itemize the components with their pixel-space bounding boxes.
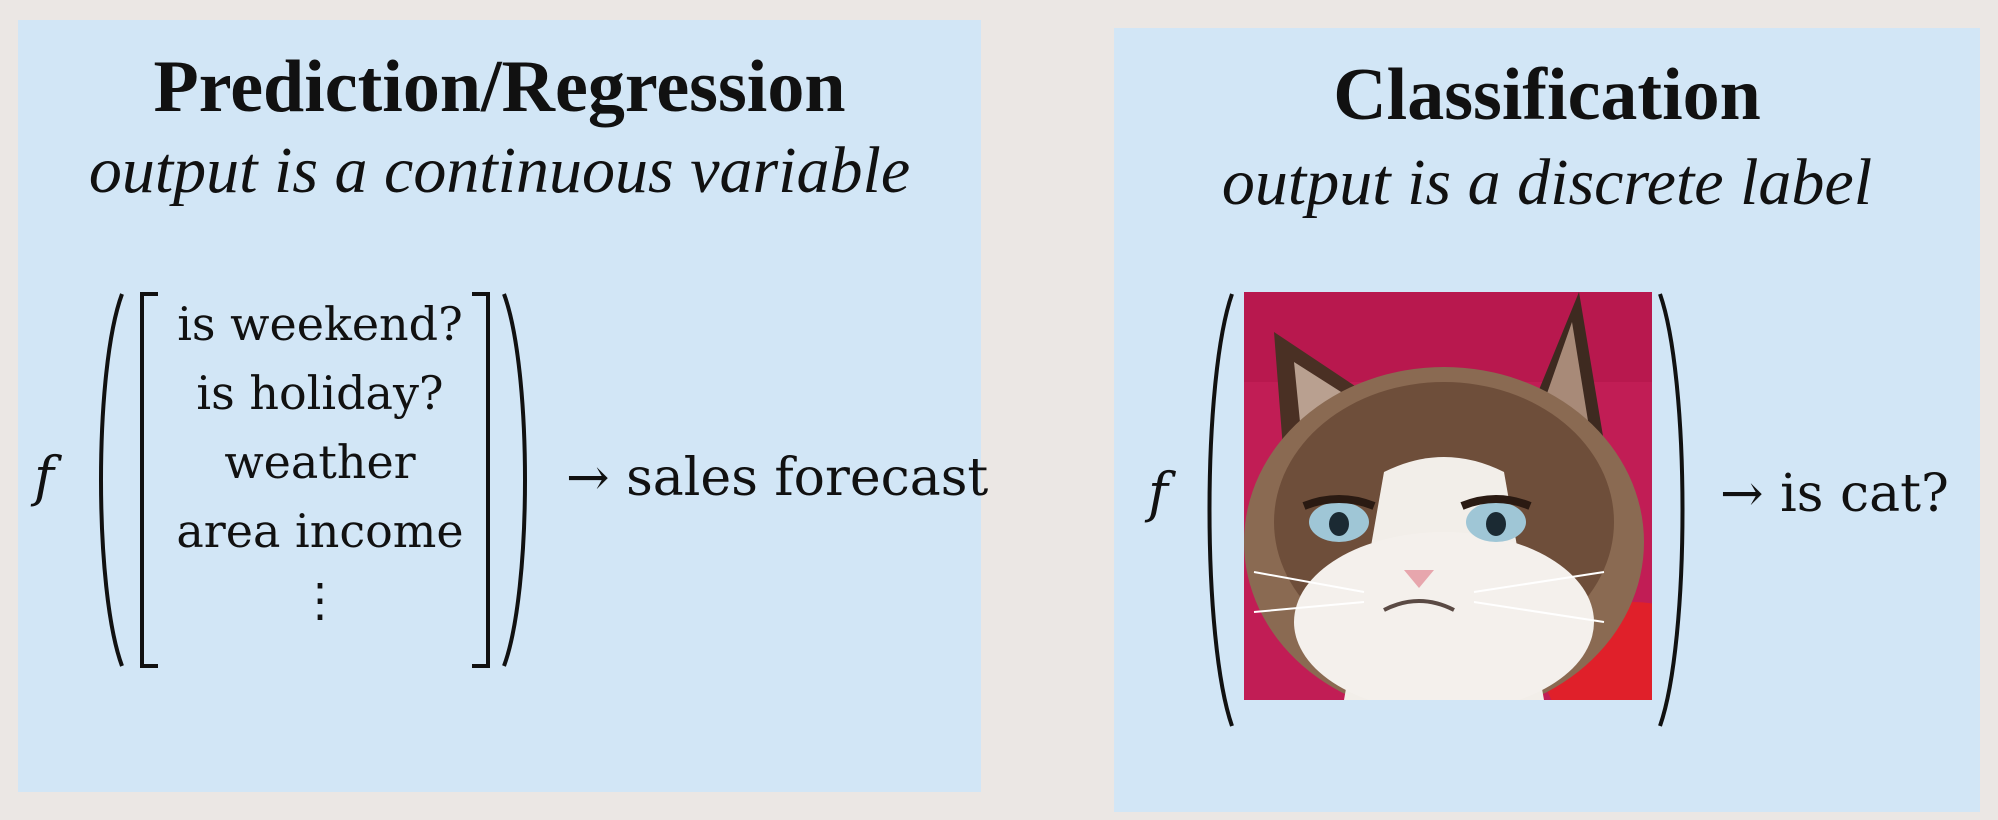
function-symbol: f <box>34 445 54 508</box>
classification-title: Classification <box>1333 54 1761 136</box>
feature-vertical-ellipsis: ⋮ <box>297 573 343 627</box>
regression-title: Prediction/Regression <box>153 46 846 128</box>
left-parenthesis <box>88 290 128 670</box>
regression-output: → sales forecast <box>566 448 989 508</box>
function-symbol: f <box>1148 461 1168 524</box>
grumpy-cat-image <box>1244 292 1652 700</box>
left-parenthesis <box>1198 290 1238 730</box>
feature-is-holiday: is holiday? <box>196 366 444 420</box>
right-bracket <box>470 292 492 668</box>
feature-is-weekend: is weekend? <box>177 297 463 351</box>
regression-panel: Prediction/Regression output is a contin… <box>18 20 988 792</box>
feature-area-income: area income <box>176 504 464 558</box>
classification-subtitle: output is a discrete label <box>1221 146 1873 219</box>
feature-vector: is weekend? is holiday? weather area inc… <box>160 290 480 635</box>
feature-weather: weather <box>224 435 416 489</box>
left-bracket <box>138 292 160 668</box>
right-parenthesis <box>498 290 538 670</box>
classification-output: → is cat? <box>1720 464 1949 524</box>
classification-panel: Classification output is a discrete labe… <box>1114 28 1980 812</box>
regression-subtitle: output is a continuous variable <box>88 134 911 207</box>
right-parenthesis <box>1654 290 1694 730</box>
